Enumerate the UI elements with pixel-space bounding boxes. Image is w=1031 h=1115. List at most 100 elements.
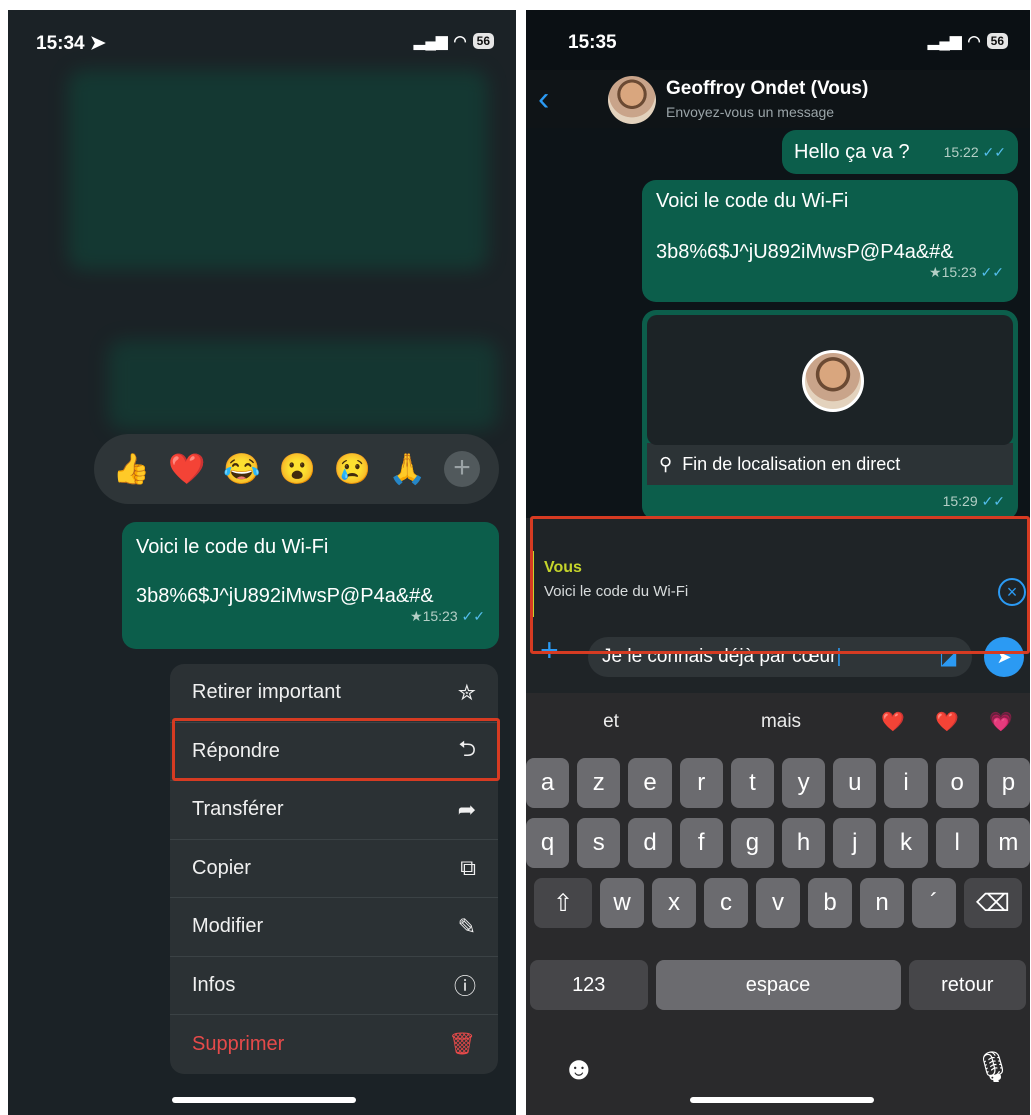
message-hello[interactable]: Hello ça va ? 15:22 ✓✓: [782, 130, 1018, 174]
battery-icon: 56: [472, 33, 494, 49]
menu-forward[interactable]: Transférer ➦: [170, 781, 498, 840]
shift-icon[interactable]: ⇧: [534, 878, 592, 928]
message-line-1: Voici le code du Wi-Fi: [136, 536, 329, 558]
home-indicator: [172, 1097, 356, 1103]
pencil-icon: ✎: [457, 913, 476, 939]
key-i[interactable]: i: [884, 758, 928, 808]
reaction-heart[interactable]: ❤️: [168, 452, 205, 487]
key-x[interactable]: x: [652, 878, 696, 928]
left-screen: 15:34 ➤ ▂▄▆ ◠ 56 👍 ❤️ 😂 😮 😢 🙏 + Voici le c…: [8, 10, 516, 1115]
key-q[interactable]: q: [526, 818, 570, 868]
message-time: ★15:23: [410, 608, 458, 624]
contact-subtitle: Envoyez-vous un message: [666, 104, 835, 120]
key-w[interactable]: w: [600, 878, 644, 928]
right-screen: 15:35 ▂▄▆ ◠ 56 ‹ Geoffroy Ondet (Vous) Env…: [526, 10, 1030, 1115]
menu-info[interactable]: Infos ⓘ: [170, 957, 498, 1015]
read-ticks-icon: ✓✓: [980, 264, 1004, 280]
chat-header: ‹ Geoffroy Ondet (Vous) Envoyez-vous un …: [526, 70, 1030, 132]
trash-icon: 🗑: [448, 1031, 476, 1057]
status-bar: 15:34 ➤ ▂▄▆ ◠ 56: [8, 10, 516, 76]
key-row-3: ⇧ w x c v b n ´ ⌫: [526, 878, 1030, 928]
wifi-icon: ◠: [967, 33, 981, 50]
message-wifi[interactable]: Voici le code du Wi-Fi 3b8%6$J^jU892iMws…: [642, 180, 1018, 302]
battery-icon: 56: [986, 33, 1008, 49]
key-k[interactable]: k: [884, 818, 928, 868]
reaction-crying[interactable]: 😢: [334, 452, 371, 487]
key-e[interactable]: e: [628, 758, 672, 808]
blurred-background-2: [108, 340, 498, 430]
wifi-icon: ◠: [453, 33, 467, 50]
suggestion-2[interactable]: mais: [696, 711, 866, 733]
status-bar: 15:35 ▂▄▆ ◠ 56: [526, 10, 1030, 76]
key-u[interactable]: u: [833, 758, 877, 808]
location-arrow-icon: ➤: [89, 33, 106, 54]
key-y[interactable]: y: [782, 758, 826, 808]
contact-name[interactable]: Geoffroy Ondet (Vous): [666, 78, 868, 100]
key-c[interactable]: c: [704, 878, 748, 928]
space-key[interactable]: espace: [655, 960, 901, 1010]
key-r[interactable]: r: [679, 758, 723, 808]
home-indicator: [690, 1097, 874, 1103]
reaction-pray[interactable]: 🙏: [389, 452, 426, 487]
reaction-thumbs-up[interactable]: 👍: [113, 452, 150, 487]
key-h[interactable]: h: [782, 818, 826, 868]
reaction-bar: 👍 ❤️ 😂 😮 😢 🙏 +: [94, 434, 499, 504]
key-v[interactable]: v: [756, 878, 800, 928]
menu-unstar[interactable]: Retirer important ✮: [170, 664, 498, 723]
menu-delete[interactable]: Supprimer 🗑: [170, 1015, 498, 1074]
key-f[interactable]: f: [679, 818, 723, 868]
key-p[interactable]: p: [986, 758, 1030, 808]
key-d[interactable]: d: [628, 818, 672, 868]
more-reactions-button[interactable]: +: [444, 451, 481, 487]
key-j[interactable]: j: [833, 818, 877, 868]
backspace-icon[interactable]: ⌫: [964, 878, 1022, 928]
copy-icon: ⧉: [460, 855, 476, 881]
suggestion-3[interactable]: ❤️: [866, 710, 920, 734]
selected-message[interactable]: Voici le code du Wi-Fi 3b8%6$J^jU892iMws…: [122, 522, 499, 649]
message-line-2: 3b8%6$J^jU892iMwsP@P4a&#&: [136, 585, 434, 607]
key-m[interactable]: m: [986, 818, 1030, 868]
unstar-icon: ✮: [457, 679, 476, 705]
suggestion-5[interactable]: 💗: [974, 710, 1028, 734]
read-ticks-icon: ✓✓: [461, 608, 485, 624]
key-g[interactable]: g: [730, 818, 774, 868]
key-row-1: a z e r t y u i o p: [526, 758, 1030, 808]
live-location-icon: ⚲: [659, 453, 673, 474]
key-accent[interactable]: ´: [912, 878, 956, 928]
key-t[interactable]: t: [730, 758, 774, 808]
suggestion-4[interactable]: ❤️: [920, 710, 974, 734]
numbers-key[interactable]: 123: [530, 960, 648, 1010]
message-location[interactable]: ⚲ Fin de localisation en direct 15:29 ✓✓: [642, 310, 1018, 520]
suggestion-bar: et mais ❤️ ❤️ 💗: [526, 693, 1030, 751]
suggestion-1[interactable]: et: [526, 711, 696, 733]
key-z[interactable]: z: [577, 758, 621, 808]
key-a[interactable]: a: [526, 758, 570, 808]
location-avatar: [802, 350, 864, 412]
menu-copy[interactable]: Copier ⧉: [170, 840, 498, 898]
key-s[interactable]: s: [577, 818, 621, 868]
menu-edit[interactable]: Modifier ✎: [170, 898, 498, 957]
signal-icon: ▂▄▆: [927, 33, 962, 50]
key-row-4: 123 espace retour: [526, 960, 1030, 1010]
read-ticks-icon: ✓✓: [982, 143, 1006, 160]
key-row-2: q s d f g h j k l m: [526, 818, 1030, 868]
highlight-compose-box: [530, 516, 1030, 654]
forward-icon: ➦: [457, 796, 476, 822]
status-time: 15:34 ➤: [36, 33, 106, 54]
back-chevron-icon[interactable]: ‹: [538, 80, 549, 119]
reaction-surprised[interactable]: 😮: [278, 452, 315, 487]
blurred-background: [68, 70, 488, 270]
info-icon: ⓘ: [453, 974, 476, 1000]
key-b[interactable]: b: [808, 878, 852, 928]
key-n[interactable]: n: [860, 878, 904, 928]
avatar[interactable]: [608, 76, 656, 124]
status-time: 15:35: [568, 32, 617, 53]
microphone-icon[interactable]: 🎙: [974, 1050, 1012, 1085]
map-preview[interactable]: [647, 315, 1013, 445]
return-key[interactable]: retour: [908, 960, 1027, 1010]
key-o[interactable]: o: [935, 758, 979, 808]
key-l[interactable]: l: [935, 818, 979, 868]
signal-icon: ▂▄▆: [413, 33, 448, 50]
reaction-laugh[interactable]: 😂: [223, 452, 260, 487]
emoji-keyboard-icon[interactable]: ☻: [562, 1050, 596, 1087]
